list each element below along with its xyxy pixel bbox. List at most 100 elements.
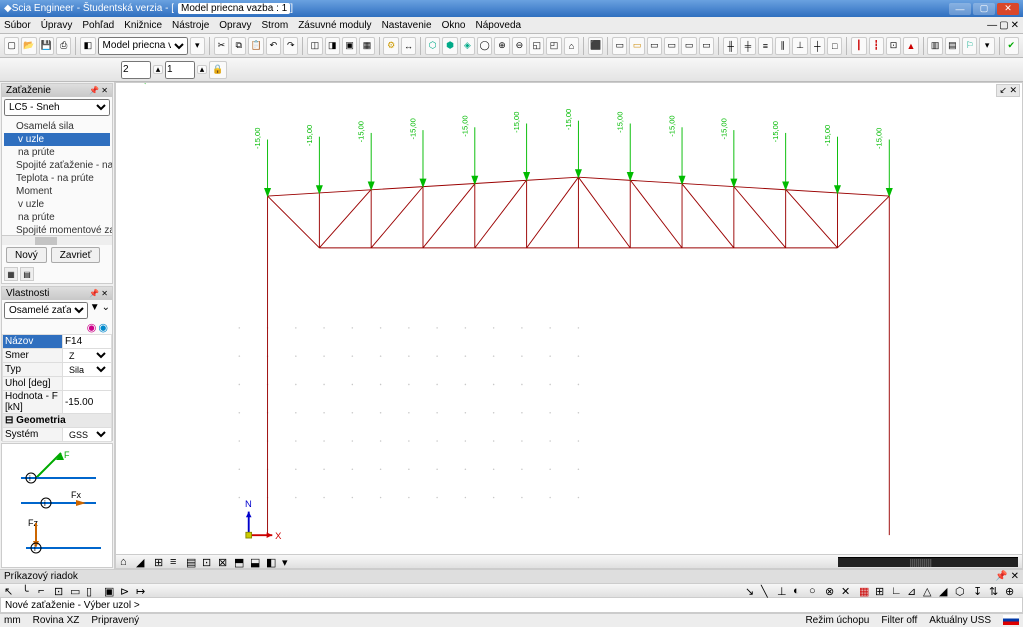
ct-c2[interactable]: ⇅ — [989, 585, 1003, 597]
menu-file[interactable]: Súbor — [4, 20, 31, 31]
tb-r2[interactable]: ┇ — [869, 37, 884, 55]
ct-s3[interactable]: ⊥ — [777, 585, 791, 597]
prop-val[interactable]: -15.00 — [62, 391, 111, 414]
ct-g4[interactable]: ⊿ — [907, 585, 921, 597]
tb-calc[interactable]: ⚙ — [383, 37, 398, 55]
tb-o2[interactable]: ▤ — [945, 37, 960, 55]
color-icon-1[interactable]: ◉ — [87, 321, 97, 334]
tb-n3[interactable]: ≡ — [758, 37, 773, 55]
prop-val[interactable] — [62, 377, 111, 391]
bt-4[interactable]: ≡ — [170, 556, 184, 568]
bt-8[interactable]: ⬒ — [234, 556, 248, 568]
tb-zoom-out[interactable]: ⊖ — [512, 37, 527, 55]
close-button[interactable]: ✕ — [997, 3, 1019, 15]
tb-n4[interactable]: ∥ — [775, 37, 790, 55]
ct-3[interactable]: ⊡ — [54, 585, 68, 597]
tb-r1[interactable]: ┃ — [851, 37, 866, 55]
bt-1[interactable]: ⌂ — [120, 556, 134, 568]
mdi-max-button[interactable]: ▢ — [999, 20, 1008, 31]
bt-6[interactable]: ⊡ — [202, 556, 216, 568]
tree-node-selected[interactable]: v uzle — [4, 133, 110, 146]
menu-tree[interactable]: Strom — [262, 20, 289, 31]
tb-o3[interactable]: ⚐ — [962, 37, 977, 55]
minimize-button[interactable]: — — [949, 3, 971, 15]
tb-n7[interactable]: □ — [827, 37, 842, 55]
ct-5[interactable]: ▯ — [86, 585, 100, 597]
bt-10[interactable]: ◧ — [266, 556, 280, 568]
ct-c1[interactable]: ↧ — [973, 585, 987, 597]
tb-render[interactable]: ⬛ — [588, 37, 603, 55]
tb-dim[interactable]: ↔ — [401, 37, 416, 55]
viewport[interactable]: ↙ ✕ — [116, 83, 1022, 554]
new-button[interactable]: Nový — [6, 247, 47, 263]
spin1[interactable] — [121, 61, 151, 79]
funnel-icon[interactable]: ⌄ — [102, 302, 110, 319]
tb-g1[interactable]: ⬡ — [425, 37, 440, 55]
model-select[interactable]: Model priecna vazba — [98, 37, 188, 55]
ct-6[interactable]: ▣ — [104, 585, 118, 597]
bt-9[interactable]: ⬓ — [250, 556, 264, 568]
ct-7[interactable]: ⊳ — [120, 585, 134, 597]
tb-r3[interactable]: ⊡ — [886, 37, 901, 55]
menu-libraries[interactable]: Knižnice — [124, 20, 162, 31]
spin2[interactable] — [165, 61, 195, 79]
load-tree[interactable]: Osamelá sila v uzle na prúte Spojité zať… — [2, 118, 112, 235]
ct-s5[interactable]: ○ — [809, 585, 823, 597]
tb-cut[interactable]: ✂ — [214, 37, 229, 55]
tb-w2[interactable]: ▭ — [629, 37, 644, 55]
bt-11[interactable]: ▾ — [282, 556, 296, 568]
bt-2[interactable]: ◢ — [136, 556, 150, 568]
ct-s6[interactable]: ⊗ — [825, 585, 839, 597]
tree-node[interactable]: Teplota - na prúte — [4, 172, 110, 185]
save-button[interactable]: 💾 — [39, 37, 54, 55]
tb-btn-5[interactable]: ◧ — [80, 37, 95, 55]
tb-w3[interactable]: ▭ — [647, 37, 662, 55]
bt-7[interactable]: ⊠ — [218, 556, 232, 568]
spin2-up[interactable]: ▴ — [197, 65, 207, 74]
tb-dropdown[interactable]: ▾ — [190, 37, 205, 55]
menu-settings[interactable]: Nastavenie — [382, 20, 432, 31]
menu-edit[interactable]: Úpravy — [41, 20, 73, 31]
menu-window[interactable]: Okno — [442, 20, 466, 31]
ct-8[interactable]: ↦ — [136, 585, 150, 597]
ct-2[interactable]: ⌐ — [38, 585, 52, 597]
tb-paste[interactable]: 📋 — [248, 37, 263, 55]
tb-v1[interactable]: ◫ — [307, 37, 322, 55]
color-icon-2[interactable]: ◉ — [98, 321, 108, 334]
tb-v2[interactable]: ◨ — [325, 37, 340, 55]
maximize-button[interactable]: ▢ — [973, 3, 995, 15]
cmd-pin-icon[interactable]: 📌 ✕ — [995, 571, 1019, 582]
icon-row-1[interactable]: ▦ — [4, 267, 18, 281]
ct-s1[interactable]: ↘ — [745, 585, 759, 597]
tb-g3[interactable]: ◈ — [460, 37, 475, 55]
tb-w5[interactable]: ▭ — [681, 37, 696, 55]
tb-zoom-all[interactable]: ⌂ — [564, 37, 579, 55]
tb-n5[interactable]: ⊥ — [792, 37, 807, 55]
tree-node[interactable]: Moment — [4, 185, 110, 198]
loadcase-select[interactable]: LC5 - Sneh — [4, 99, 110, 116]
tb-copy[interactable]: ⧉ — [231, 37, 246, 55]
ct-g1[interactable]: ▦ — [859, 585, 873, 597]
menu-plugins[interactable]: Zásuvné moduly — [298, 20, 371, 31]
ct-4[interactable]: ▭ — [70, 585, 84, 597]
tb-n6[interactable]: ┼ — [810, 37, 825, 55]
h-scrollbar[interactable] — [838, 557, 1018, 567]
bt-3[interactable]: ⊞ — [154, 556, 168, 568]
tb-redo[interactable]: ↷ — [283, 37, 298, 55]
tb-check[interactable]: ✔ — [1004, 37, 1019, 55]
tree-node[interactable]: Spojité momentové zaťaženie na prúte — [4, 224, 110, 235]
mdi-close-button[interactable]: ✕ — [1011, 20, 1019, 31]
prop-val[interactable]: F14 — [62, 335, 111, 349]
menu-repair[interactable]: Opravy — [219, 20, 251, 31]
tb-g2[interactable]: ⬢ — [442, 37, 457, 55]
pin-icon[interactable]: 📌 ✕ — [89, 289, 108, 298]
tree-node[interactable]: Osamelá sila — [4, 120, 110, 133]
print-button[interactable]: ⎙ — [56, 37, 71, 55]
pin-icon[interactable]: 📌 ✕ — [89, 86, 108, 95]
tb-zoom-fit[interactable]: ◱ — [529, 37, 544, 55]
tb-w6[interactable]: ▭ — [699, 37, 714, 55]
ct-1[interactable]: ╰ — [22, 585, 36, 597]
icon-row-2[interactable]: ▤ — [20, 267, 34, 281]
menu-view[interactable]: Pohľad — [82, 20, 114, 31]
tb-undo[interactable]: ↶ — [266, 37, 281, 55]
